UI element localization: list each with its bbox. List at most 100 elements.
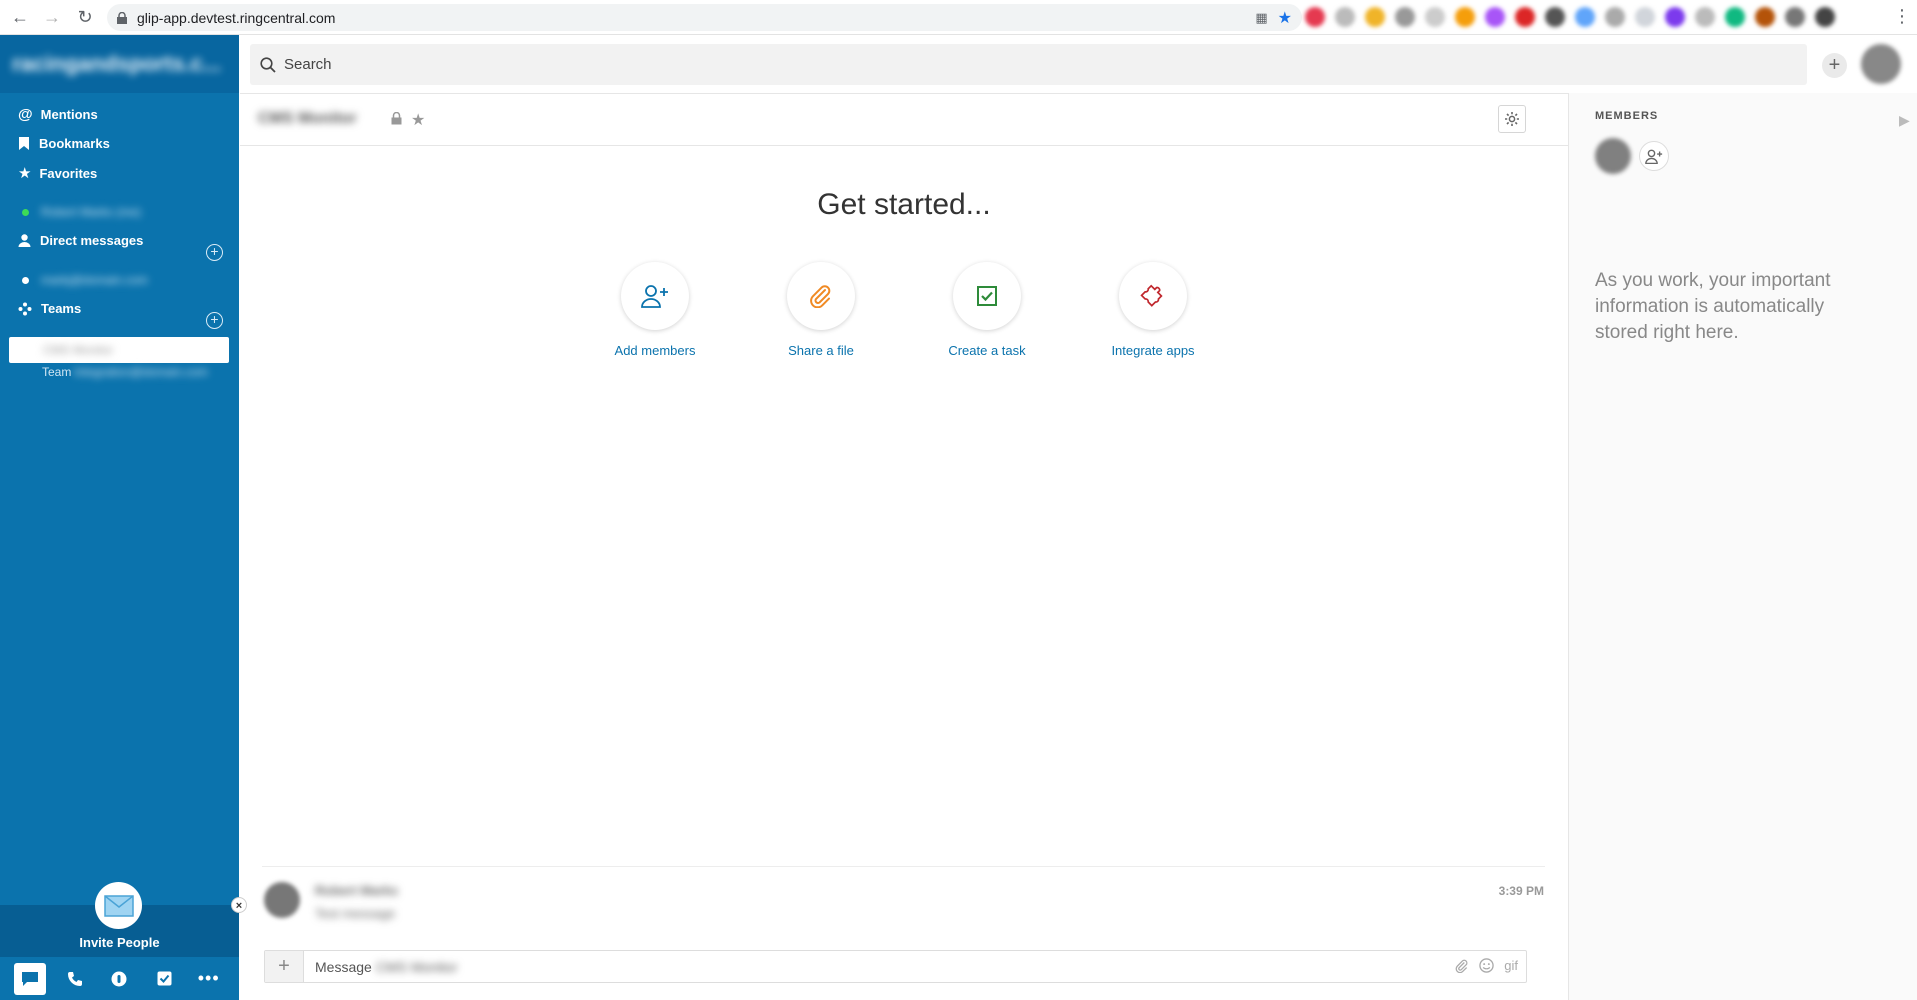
integrate-apps-action[interactable]: Integrate apps (1083, 262, 1223, 358)
gif-button[interactable]: gif (1504, 958, 1518, 973)
info-placeholder-text: As you work, your important information … (1595, 270, 1831, 343)
team-item[interactable]: Team integration@domain.com (42, 365, 208, 379)
new-action-button[interactable]: + (1822, 53, 1847, 78)
share-file-label: Share a file (788, 343, 854, 358)
team-item-selected[interactable]: CMS Monitor (9, 337, 229, 363)
bookmark-star-icon[interactable]: ★ (1278, 8, 1292, 28)
message-placeholder-target: CMS Monitor (375, 959, 458, 975)
add-members-action[interactable]: Add members (585, 262, 725, 358)
invite-people-button[interactable] (95, 882, 142, 929)
message-composer[interactable]: + Message CMS Monitor gif (264, 950, 1527, 983)
dm-item[interactable]: markj@domain.com (22, 273, 148, 287)
extension-icon[interactable] (1485, 7, 1505, 27)
nav-favorites[interactable]: ★ Favorites (18, 164, 97, 182)
add-person-icon (641, 285, 668, 308)
bottom-nav: ••• (0, 957, 239, 1000)
add-member-button[interactable] (1639, 141, 1669, 171)
phone-icon (67, 971, 82, 986)
action-circle[interactable] (953, 262, 1021, 330)
extension-icon[interactable] (1365, 7, 1385, 27)
extension-icon[interactable] (1785, 7, 1805, 27)
create-task-action[interactable]: Create a task (917, 262, 1057, 358)
lock-icon (117, 11, 127, 24)
extension-icon[interactable] (1395, 7, 1415, 27)
company-header[interactable]: racingandsports.c... (0, 35, 239, 93)
extensions-row (1305, 7, 1835, 27)
extension-icon[interactable] (1455, 7, 1475, 27)
address-bar[interactable]: glip-app.devtest.ringcentral.com ▦ ★ (107, 4, 1302, 31)
right-panel: MEMBERS ▶ As you work, your important in… (1568, 93, 1917, 1000)
invite-people-label: Invite People (79, 935, 160, 950)
composer-add-button[interactable]: + (265, 951, 304, 982)
action-circle[interactable] (621, 262, 689, 330)
extension-icon[interactable] (1665, 7, 1685, 27)
nav-mentions[interactable]: @ Mentions (18, 106, 98, 123)
nav-teams[interactable]: Teams (18, 301, 81, 316)
teams-icon (18, 302, 32, 315)
integrate-apps-label: Integrate apps (1111, 343, 1195, 358)
emoji-icon[interactable] (1479, 958, 1494, 973)
presence-dot (22, 208, 29, 216)
attach-icon[interactable] (1455, 959, 1469, 973)
conversation-title: CMS Monitor (258, 110, 357, 127)
nav-favorites-label: Favorites (39, 165, 98, 181)
members-title: MEMBERS (1595, 110, 1659, 122)
add-direct-message-button[interactable]: + (206, 244, 223, 261)
more-tab[interactable]: ••• (193, 963, 225, 995)
lock-icon (391, 112, 402, 125)
message-author[interactable]: Robert Marks (315, 883, 398, 898)
team-item-label: integration@domain.com (74, 365, 208, 379)
extension-icon[interactable] (1545, 7, 1565, 27)
extension-icon[interactable] (1695, 7, 1715, 27)
collapse-panel-icon[interactable]: ▶ (1899, 112, 1910, 129)
favorite-item[interactable]: Robert Marks (me) (22, 205, 141, 219)
share-file-action[interactable]: Share a file (751, 262, 891, 358)
reload-icon[interactable]: ↻ (70, 2, 100, 32)
nav-bookmarks[interactable]: Bookmarks (18, 136, 110, 151)
company-name: racingandsports.c... (12, 51, 222, 76)
composer-tools: gif (1455, 958, 1518, 973)
extension-icon[interactable] (1635, 7, 1655, 27)
action-circle[interactable] (787, 262, 855, 330)
chat-icon (22, 971, 39, 986)
meetings-tab[interactable] (103, 963, 135, 995)
back-icon[interactable]: ← (5, 2, 35, 32)
extension-icon[interactable] (1305, 7, 1325, 27)
person-icon (18, 234, 31, 247)
favorite-star-icon[interactable]: ★ (411, 110, 425, 130)
profile-icon[interactable] (1815, 7, 1835, 27)
extension-icon[interactable] (1755, 7, 1775, 27)
settings-button[interactable] (1498, 105, 1526, 133)
more-horiz-icon: ••• (197, 968, 220, 988)
message-text: Test message (315, 906, 396, 921)
extension-icon[interactable] (1335, 7, 1355, 27)
task-icon (157, 971, 172, 986)
more-vert-icon[interactable]: ⋮ (1893, 6, 1911, 27)
user-avatar[interactable] (1861, 44, 1901, 84)
extension-icon[interactable] (1605, 7, 1625, 27)
search-input[interactable]: Search (250, 44, 1807, 85)
action-circle[interactable] (1119, 262, 1187, 330)
forward-icon[interactable]: → (37, 2, 67, 32)
member-avatar[interactable] (1595, 138, 1631, 174)
extension-icon[interactable] (1575, 7, 1595, 27)
add-team-button[interactable]: + (206, 312, 223, 329)
bookmark-icon (19, 137, 29, 150)
team-item-label: CMS Monitor (43, 343, 114, 357)
extension-icon[interactable] (1425, 7, 1445, 27)
extension-icon[interactable] (1725, 7, 1745, 27)
extension-icon[interactable] (1515, 7, 1535, 27)
nav-bookmarks-label: Bookmarks (39, 136, 110, 151)
message-avatar[interactable] (264, 882, 300, 918)
left-sidebar: racingandsports.c... @ Mentions Bookmark… (0, 35, 247, 1000)
nav-direct-messages[interactable]: Direct messages (18, 233, 143, 248)
tasks-tab[interactable] (148, 963, 180, 995)
message-input[interactable]: Message CMS Monitor (315, 959, 458, 975)
team-item-prefix: Team (42, 365, 72, 379)
conversation-header: CMS Monitor ★ (240, 93, 1568, 146)
qr-icon[interactable]: ▦ (1255, 10, 1267, 26)
close-icon[interactable]: × (231, 897, 247, 913)
phone-tab[interactable] (59, 963, 91, 995)
messages-tab[interactable] (14, 962, 47, 995)
nav-teams-label: Teams (41, 301, 82, 316)
